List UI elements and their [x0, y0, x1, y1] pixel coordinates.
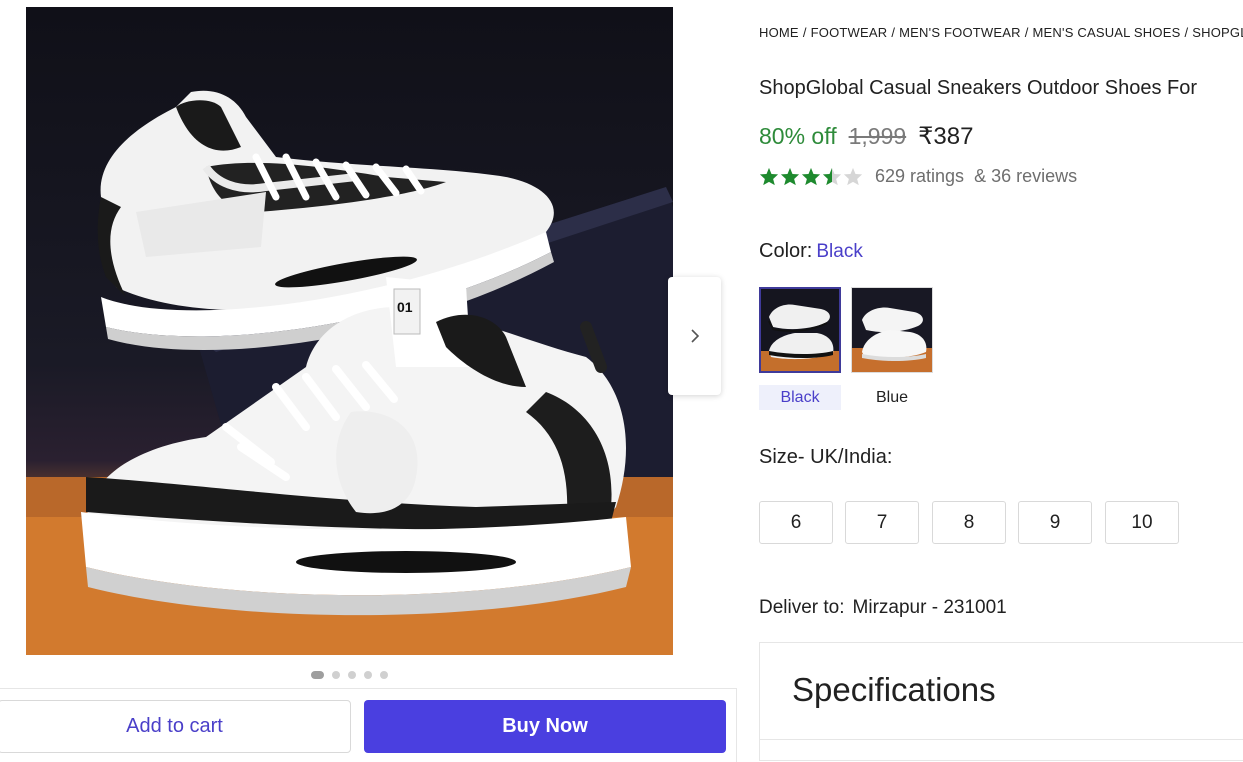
- price-row: 80% off 1,999 ₹387: [759, 122, 973, 151]
- star-rating: [759, 167, 863, 186]
- ratings-count[interactable]: 629 ratings: [875, 166, 964, 187]
- gallery-dot-active[interactable]: [311, 671, 324, 679]
- color-label: Color: Black: [759, 240, 863, 262]
- delivery-label: Deliver to:: [759, 597, 845, 618]
- selling-price: ₹387: [918, 123, 974, 150]
- star-icon: [780, 167, 800, 186]
- svg-text:01: 01: [397, 299, 413, 315]
- delivery-info[interactable]: Deliver to: Mirzapur - 231001: [759, 597, 1007, 619]
- breadcrumb: HOME / FOOTWEAR / MEN'S FOOTWEAR / MEN'S CASUA…: [759, 25, 1243, 40]
- gallery-dots: [311, 671, 388, 679]
- next-image-button[interactable]: [668, 277, 721, 395]
- chevron-right-icon: [690, 329, 699, 343]
- size-option-7[interactable]: 7: [845, 501, 919, 544]
- breadcrumb-item-mens-casual-shoes[interactable]: MEN'S CASUAL SHOES: [1033, 25, 1181, 40]
- specifications-title: Specifications: [792, 671, 996, 708]
- color-swatch-black[interactable]: [759, 287, 841, 373]
- product-main-image[interactable]: 01: [26, 7, 673, 655]
- color-option-blue-label[interactable]: Blue: [851, 385, 933, 410]
- size-option-8[interactable]: 8: [932, 501, 1006, 544]
- gallery-dot[interactable]: [332, 671, 340, 679]
- size-option-10[interactable]: 10: [1105, 501, 1179, 544]
- size-label: Size- UK/India:: [759, 446, 893, 468]
- breadcrumb-item-brand[interactable]: SHOPGL: [1192, 25, 1243, 40]
- breadcrumb-item-home[interactable]: HOME: [759, 25, 799, 40]
- color-swatch-blue-image: [852, 288, 932, 372]
- specifications-section[interactable]: Specifications: [759, 642, 1243, 761]
- gallery-dot[interactable]: [348, 671, 356, 679]
- gallery-dot[interactable]: [364, 671, 372, 679]
- sneakers-illustration: 01: [26, 90, 673, 655]
- star-icon: [759, 167, 779, 186]
- size-option-6[interactable]: 6: [759, 501, 833, 544]
- add-to-cart-button[interactable]: Add to cart: [0, 700, 351, 753]
- star-half-icon: [822, 167, 842, 186]
- color-swatch-blue[interactable]: [851, 287, 933, 373]
- buy-now-button[interactable]: Buy Now: [364, 700, 726, 753]
- breadcrumb-item-mens-footwear[interactable]: MEN'S FOOTWEAR: [899, 25, 1021, 40]
- gallery-dot[interactable]: [380, 671, 388, 679]
- breadcrumb-item-footwear[interactable]: FOOTWEAR: [811, 25, 888, 40]
- star-empty-icon: [843, 167, 863, 186]
- specifications-divider: [760, 739, 1243, 740]
- delivery-location[interactable]: Mirzapur - 231001: [853, 597, 1007, 618]
- color-swatch-black-image: [761, 289, 839, 371]
- discount-percent: 80% off: [759, 123, 837, 149]
- product-title: ShopGlobal Casual Sneakers Outdoor Shoes…: [759, 77, 1198, 99]
- original-price: 1,999: [848, 123, 907, 149]
- reviews-count[interactable]: & 36 reviews: [974, 166, 1077, 187]
- action-bar: Add to cart Buy Now: [0, 688, 737, 762]
- selected-color: Black: [816, 241, 863, 262]
- color-option-black-label[interactable]: Black: [759, 385, 841, 410]
- rating-row[interactable]: 629 ratings & 36 reviews: [759, 166, 1077, 187]
- star-icon: [801, 167, 821, 186]
- size-option-9[interactable]: 9: [1018, 501, 1092, 544]
